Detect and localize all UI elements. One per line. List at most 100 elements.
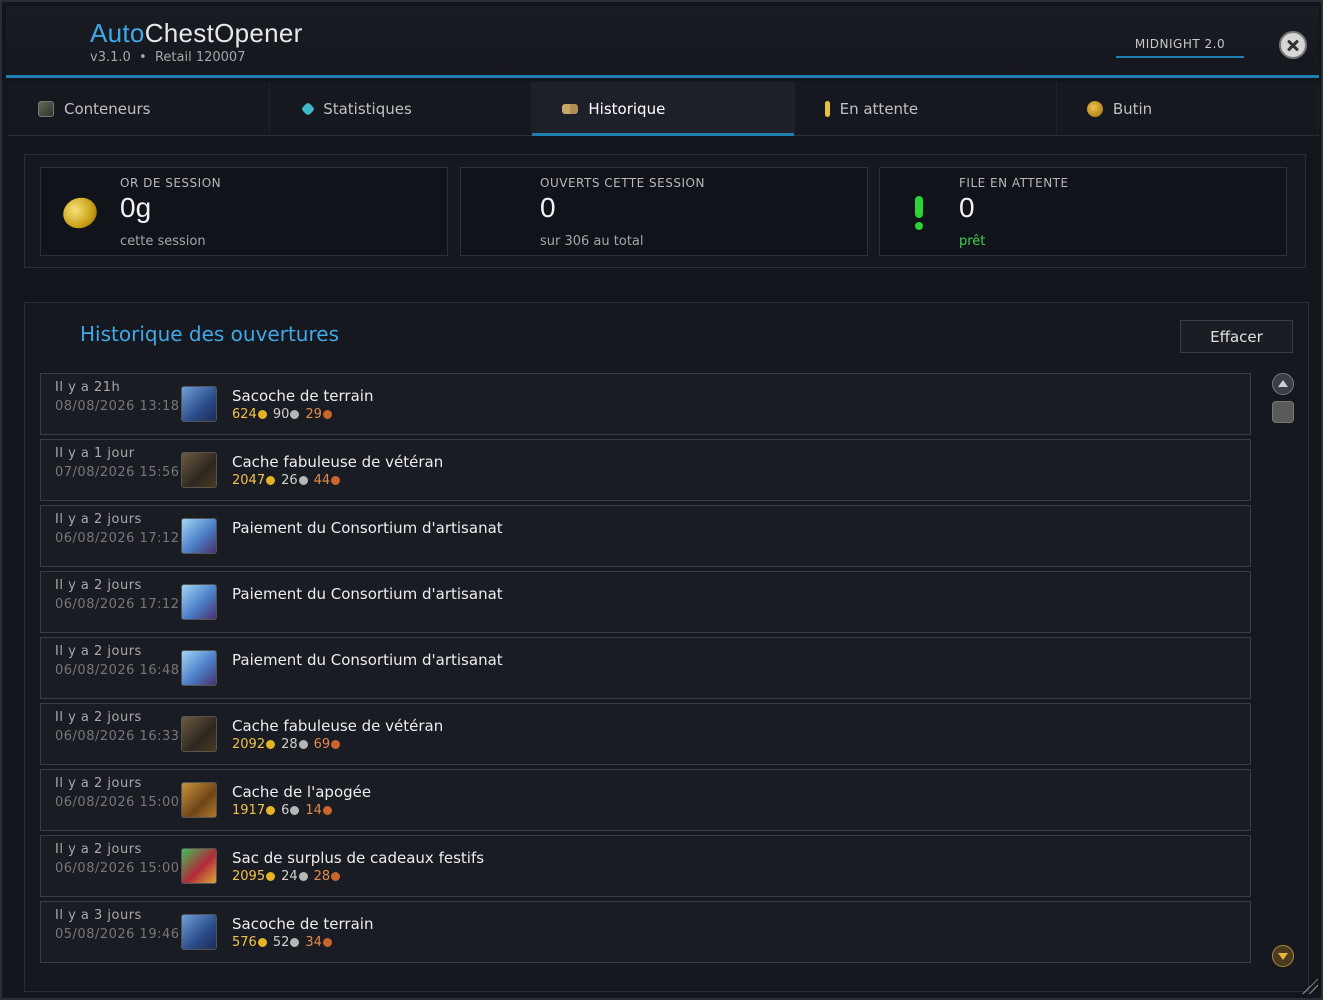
silver-coin-icon bbox=[290, 410, 300, 419]
stat-label: OR DE SESSION bbox=[120, 176, 222, 190]
resize-grip-icon[interactable] bbox=[1302, 978, 1318, 994]
stat-sub: prêt bbox=[959, 234, 986, 249]
history-title: Historique des ouvertures bbox=[80, 322, 339, 346]
copper-coin-icon bbox=[322, 938, 332, 947]
container-name: Cache fabuleuse de vétéran bbox=[232, 453, 444, 471]
coins-icon bbox=[1086, 100, 1103, 117]
main-window: AutoChestOpener v3.1.0 • Retail 120007 M… bbox=[0, 0, 1323, 1000]
container-name: Cache fabuleuse de vétéran bbox=[232, 717, 444, 735]
app-version: v3.1.0 • Retail 120007 bbox=[90, 50, 246, 65]
history-row[interactable]: Il y a 2 jours 06/08/2026 15:00 Cache de l… bbox=[40, 769, 1251, 831]
container-name: Sacoche de terrain bbox=[232, 915, 374, 933]
container-icon bbox=[181, 716, 217, 752]
relative-time: Il y a 1 jour bbox=[55, 446, 135, 461]
history-row[interactable]: Il y a 2 jours 06/08/2026 15:00 Sac de sur… bbox=[40, 835, 1251, 897]
close-icon[interactable] bbox=[1279, 31, 1307, 59]
stat-value: 0 bbox=[540, 192, 556, 223]
stat-value: 0g bbox=[120, 192, 152, 223]
relative-time: Il y a 2 jours bbox=[55, 842, 142, 857]
copper-coin-icon bbox=[331, 872, 341, 881]
timestamp: 07/08/2026 15:56 bbox=[55, 465, 180, 480]
history-row[interactable]: Il y a 1 jour 07/08/2026 15:56 Cache fabul… bbox=[40, 439, 1251, 501]
gem-icon bbox=[301, 101, 316, 116]
title-bar[interactable]: AutoChestOpener v3.1.0 • Retail 120007 M… bbox=[6, 6, 1319, 78]
tab-historique[interactable]: Historique bbox=[532, 82, 795, 136]
copper-coin-icon bbox=[322, 410, 332, 419]
container-icon bbox=[181, 914, 217, 950]
money-amount: 624 90 29 bbox=[232, 407, 332, 422]
container-icon bbox=[181, 782, 217, 818]
copper-coin-icon bbox=[331, 740, 341, 749]
history-row[interactable]: Il y a 21h 08/08/2026 13:18 Sacoche de ter… bbox=[40, 373, 1251, 435]
container-icon bbox=[181, 452, 217, 488]
relative-time: Il y a 3 jours bbox=[55, 908, 142, 923]
relative-time: Il y a 2 jours bbox=[55, 776, 142, 791]
stat-card-gold: OR DE SESSION 0g cette session bbox=[40, 167, 448, 256]
relative-time: Il y a 2 jours bbox=[55, 710, 142, 725]
scroll-down-icon[interactable] bbox=[1272, 945, 1294, 967]
container-name: Sacoche de terrain bbox=[232, 387, 374, 405]
clear-button[interactable]: Effacer bbox=[1180, 320, 1293, 353]
silver-coin-icon bbox=[290, 938, 300, 947]
container-name: Cache de l'apogée bbox=[232, 783, 372, 801]
scroll-up-icon[interactable] bbox=[1272, 373, 1294, 395]
stat-sub: cette session bbox=[120, 234, 206, 249]
money-amount: 1917 6 14 bbox=[232, 803, 332, 818]
container-icon bbox=[181, 848, 217, 884]
timestamp: 08/08/2026 13:18 bbox=[55, 399, 180, 414]
timestamp: 06/08/2026 15:00 bbox=[55, 861, 180, 876]
history-row[interactable]: Il y a 2 jours 06/08/2026 16:33 Cache fabu… bbox=[40, 703, 1251, 765]
silver-coin-icon bbox=[290, 806, 300, 815]
timestamp: 06/08/2026 17:12 bbox=[55, 531, 180, 546]
container-icon bbox=[181, 386, 217, 422]
app-title: AutoChestOpener bbox=[90, 18, 303, 48]
tab-conteneurs[interactable]: Conteneurs bbox=[8, 82, 271, 135]
copper-coin-icon bbox=[322, 806, 332, 815]
expansion-badge: MIDNIGHT 2.0 bbox=[1116, 32, 1244, 58]
tab-bar: Conteneurs Statistiques Historique En at… bbox=[8, 82, 1320, 136]
silver-coin-icon bbox=[298, 872, 308, 881]
history-row[interactable]: Il y a 2 jours 06/08/2026 17:12 Paiement d… bbox=[40, 505, 1251, 567]
stat-card-queue: FILE EN ATTENTE 0 prêt bbox=[879, 167, 1287, 256]
relative-time: Il y a 2 jours bbox=[55, 512, 142, 527]
relative-time: Il y a 2 jours bbox=[55, 578, 142, 593]
container-name: Paiement du Consortium d'artisanat bbox=[232, 585, 503, 603]
container-name: Paiement du Consortium d'artisanat bbox=[232, 519, 503, 537]
tab-statistiques[interactable]: Statistiques bbox=[270, 82, 533, 135]
history-list: Il y a 21h 08/08/2026 13:18 Sacoche de ter… bbox=[40, 373, 1251, 967]
relative-time: Il y a 2 jours bbox=[55, 644, 142, 659]
stat-sub: sur 306 au total bbox=[540, 234, 644, 249]
scrollbar-thumb[interactable] bbox=[1272, 401, 1294, 423]
timestamp: 05/08/2026 19:46 bbox=[55, 927, 180, 942]
gold-coin-icon bbox=[257, 410, 267, 419]
gold-coin-icon bbox=[58, 193, 102, 233]
history-row[interactable]: Il y a 3 jours 05/08/2026 19:46 Sacoche de… bbox=[40, 901, 1251, 963]
history-row[interactable]: Il y a 2 jours 06/08/2026 16:48 Paiement d… bbox=[40, 637, 1251, 699]
gold-coin-icon bbox=[266, 872, 276, 881]
chest-icon bbox=[38, 100, 54, 117]
money-amount: 2095 24 28 bbox=[232, 869, 341, 884]
silver-coin-icon bbox=[298, 476, 308, 485]
timestamp: 06/08/2026 17:12 bbox=[55, 597, 180, 612]
copper-coin-icon bbox=[331, 476, 341, 485]
tab-en-attente[interactable]: En attente bbox=[795, 82, 1057, 135]
exclamation-icon bbox=[824, 100, 830, 117]
tab-butin[interactable]: Butin bbox=[1057, 82, 1320, 135]
money-amount: 2047 26 44 bbox=[232, 473, 341, 488]
gold-coin-icon bbox=[266, 476, 276, 485]
gold-coin-icon bbox=[266, 806, 276, 815]
book-icon bbox=[562, 103, 579, 114]
history-panel: Historique des ouvertures Effacer Il y a… bbox=[24, 302, 1309, 992]
timestamp: 06/08/2026 16:33 bbox=[55, 729, 180, 744]
timestamp: 06/08/2026 16:48 bbox=[55, 663, 180, 678]
container-icon bbox=[181, 518, 217, 554]
container-icon bbox=[181, 584, 217, 620]
history-row[interactable]: Il y a 2 jours 06/08/2026 17:12 Paiement d… bbox=[40, 571, 1251, 633]
money-amount: 576 52 34 bbox=[232, 935, 332, 950]
gold-coin-icon bbox=[266, 740, 276, 749]
stat-label: OUVERTS CETTE SESSION bbox=[540, 176, 705, 190]
exclamation-icon bbox=[914, 196, 924, 230]
money-amount: 2092 28 69 bbox=[232, 737, 341, 752]
container-name: Sac de surplus de cadeaux festifs bbox=[232, 849, 485, 867]
gold-coin-icon bbox=[257, 938, 267, 947]
